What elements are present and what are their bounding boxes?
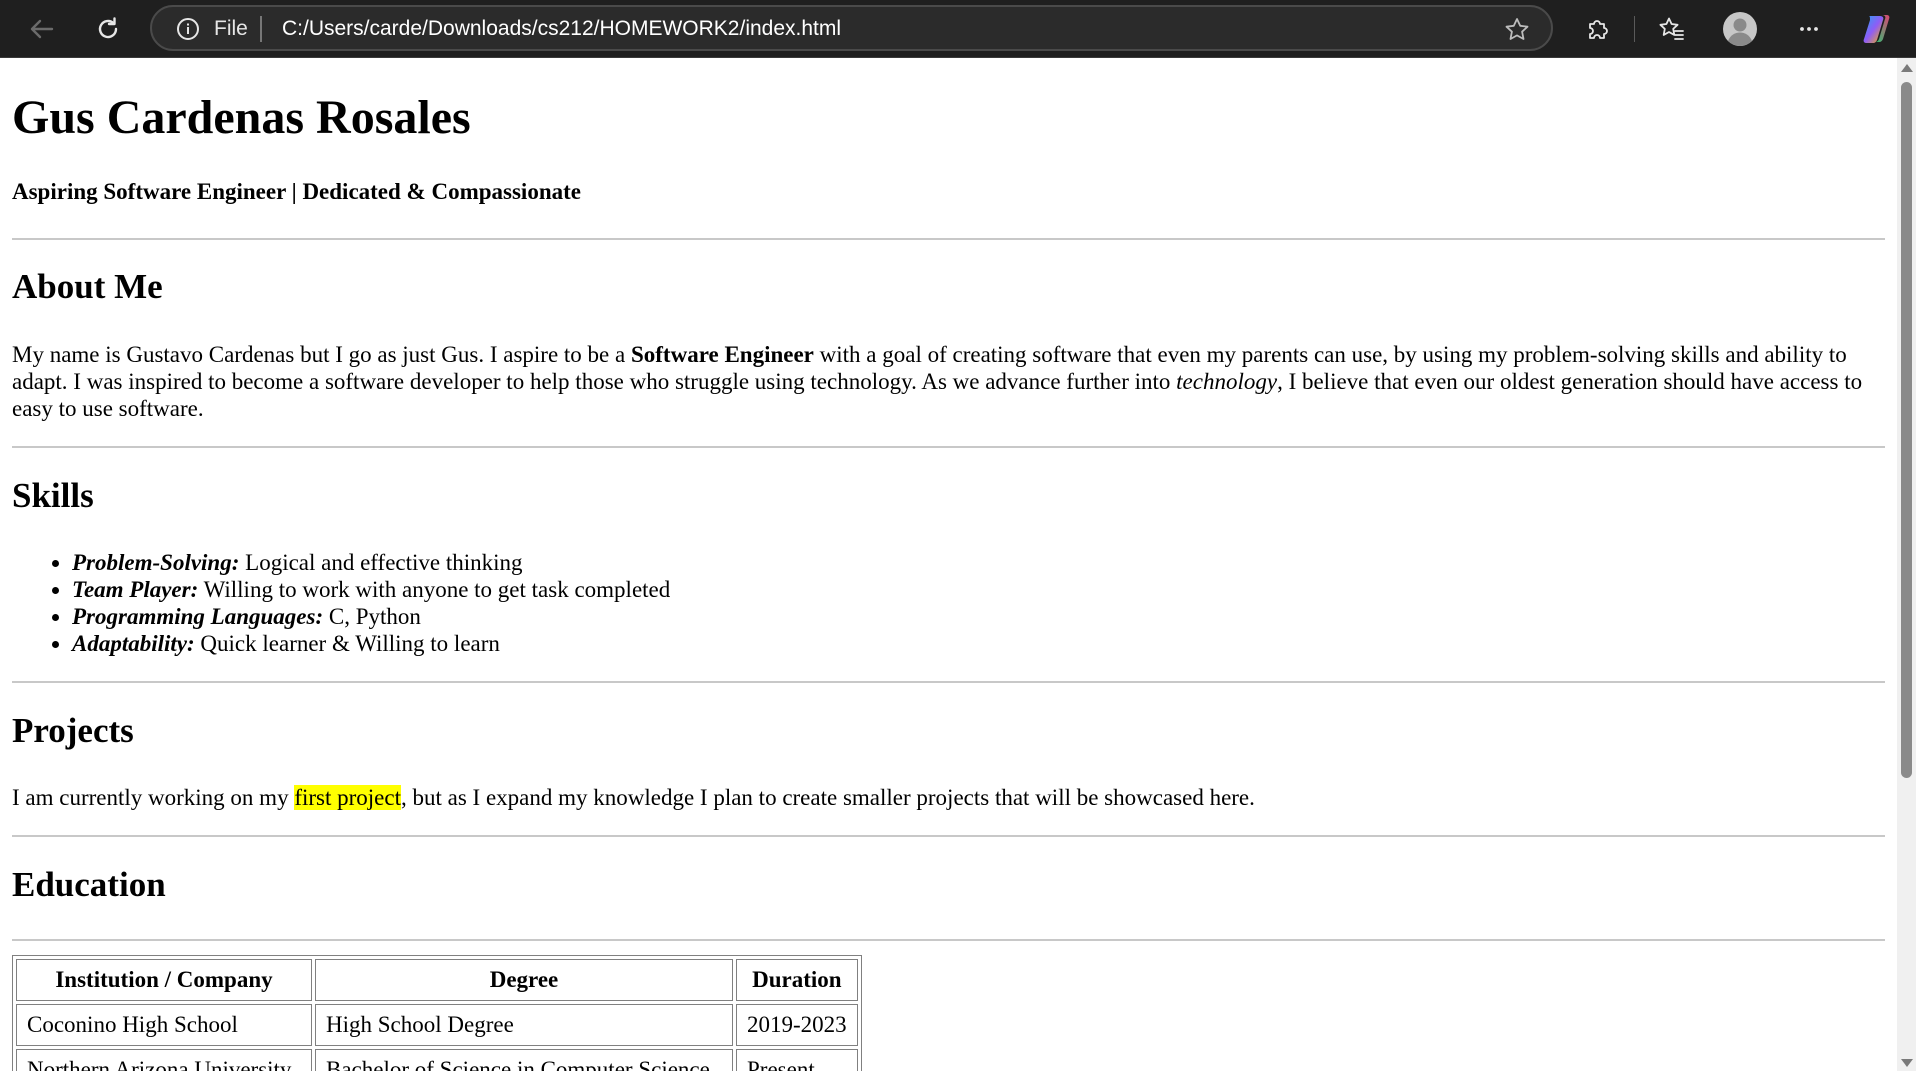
skill-description: C, Python bbox=[323, 604, 421, 629]
divider bbox=[12, 446, 1885, 448]
skill-label: Programming Languages: bbox=[72, 604, 324, 629]
table-row: Coconino High School High School Degree … bbox=[16, 1004, 858, 1046]
scroll-down-arrow-icon[interactable] bbox=[1901, 1059, 1913, 1067]
more-button[interactable] bbox=[1789, 9, 1829, 49]
list-item: Programming Languages: C, Python bbox=[72, 603, 670, 630]
list-item: Adaptability: Quick learner & Willing to… bbox=[72, 630, 670, 657]
about-heading: About Me bbox=[12, 267, 163, 306]
vertical-scrollbar[interactable] bbox=[1897, 58, 1916, 1071]
education-table: Institution / Company Degree Duration Co… bbox=[12, 955, 862, 1071]
profile-button[interactable] bbox=[1720, 9, 1760, 49]
scheme-label: File bbox=[214, 17, 248, 40]
table-header: Degree bbox=[315, 959, 733, 1001]
browser-toolbar: File C:/Users/carde/Downloads/cs212/HOME… bbox=[0, 0, 1916, 58]
tagline: Aspiring Software Engineer | Dedicated &… bbox=[12, 179, 581, 204]
projects-text: , but as I expand my knowledge I plan to… bbox=[400, 785, 1255, 810]
avatar bbox=[1723, 12, 1757, 46]
divider bbox=[12, 681, 1885, 683]
table-cell: 2019-2023 bbox=[736, 1004, 858, 1046]
address-bar[interactable]: File C:/Users/carde/Downloads/cs212/HOME… bbox=[150, 5, 1553, 51]
skill-label: Adaptability: bbox=[72, 631, 195, 656]
reload-button[interactable] bbox=[88, 9, 128, 49]
arrow-left-icon bbox=[30, 19, 54, 39]
favorites-button[interactable] bbox=[1652, 9, 1692, 49]
projects-text: I am currently working on my bbox=[12, 785, 295, 810]
about-text: My name is Gustavo Cardenas but I go as … bbox=[12, 342, 631, 367]
list-item: Problem-Solving: Logical and effective t… bbox=[72, 549, 670, 576]
table-header: Duration bbox=[736, 959, 858, 1001]
url-text[interactable]: C:/Users/carde/Downloads/cs212/HOMEWORK2… bbox=[282, 17, 841, 41]
table-cell: Coconino High School bbox=[16, 1004, 312, 1046]
table-header-row: Institution / Company Degree Duration bbox=[16, 959, 858, 1001]
copilot-icon bbox=[1863, 15, 1890, 43]
table-cell: High School Degree bbox=[315, 1004, 733, 1046]
table-cell: Bachelor of Science in Computer Science bbox=[315, 1049, 733, 1071]
reload-icon bbox=[98, 17, 118, 39]
copilot-button[interactable] bbox=[1858, 9, 1898, 49]
back-button[interactable] bbox=[22, 9, 62, 49]
table-cell: Present bbox=[736, 1049, 858, 1071]
about-bold-text: Software Engineer bbox=[630, 342, 814, 367]
skill-description: Logical and effective thinking bbox=[239, 550, 523, 575]
puzzle-icon bbox=[1589, 20, 1608, 39]
toolbar-divider bbox=[1634, 16, 1635, 42]
education-heading: Education bbox=[12, 865, 166, 904]
star-icon[interactable] bbox=[1503, 16, 1531, 44]
projects-heading: Projects bbox=[12, 711, 134, 750]
skill-description: Quick learner & Willing to learn bbox=[194, 631, 500, 656]
info-icon[interactable] bbox=[176, 17, 200, 41]
more-icon bbox=[1800, 27, 1818, 31]
divider bbox=[12, 939, 1885, 941]
highlighted-text: first project bbox=[294, 785, 401, 810]
extensions-button[interactable] bbox=[1578, 9, 1618, 49]
skills-heading: Skills bbox=[12, 476, 94, 515]
skill-label: Team Player: bbox=[72, 577, 199, 602]
address-divider bbox=[260, 16, 262, 42]
about-italic-text: technology bbox=[1176, 369, 1278, 394]
table-row: Northern Arizona University Bachelor of … bbox=[16, 1049, 858, 1071]
divider bbox=[12, 835, 1885, 837]
scroll-up-arrow-icon[interactable] bbox=[1901, 64, 1913, 72]
page-viewport: Gus Cardenas Rosales Aspiring Software E… bbox=[0, 58, 1897, 1071]
skill-description: Willing to work with anyone to get task … bbox=[198, 577, 671, 602]
page-title: Gus Cardenas Rosales bbox=[12, 91, 471, 144]
skill-label: Problem-Solving: bbox=[72, 550, 240, 575]
table-cell: Northern Arizona University bbox=[16, 1049, 312, 1071]
scrollbar-thumb[interactable] bbox=[1901, 82, 1912, 778]
about-paragraph: My name is Gustavo Cardenas but I go as … bbox=[12, 341, 1885, 422]
list-item: Team Player: Willing to work with anyone… bbox=[72, 576, 670, 603]
skills-list: Problem-Solving: Logical and effective t… bbox=[12, 549, 670, 657]
projects-paragraph: I am currently working on my first proje… bbox=[12, 784, 1885, 811]
table-header: Institution / Company bbox=[16, 959, 312, 1001]
divider bbox=[12, 238, 1885, 240]
favorites-icon bbox=[1659, 17, 1684, 40]
